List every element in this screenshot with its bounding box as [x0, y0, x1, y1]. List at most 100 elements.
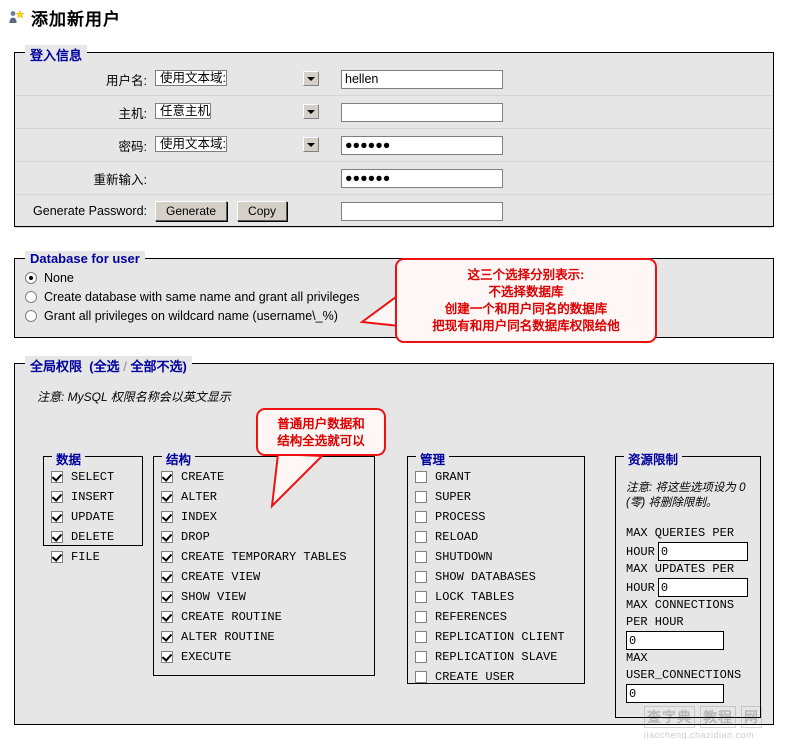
host-input[interactable]	[341, 102, 503, 122]
privilege-checkbox-update[interactable]: UPDATE	[51, 507, 114, 527]
checkbox-icon[interactable]	[161, 551, 173, 563]
privilege-checkbox-create-view[interactable]: CREATE VIEW	[161, 567, 347, 587]
privilege-checkbox-insert[interactable]: INSERT	[51, 487, 114, 507]
login-information-rows: 用户名: 使用文本域: 主机: 任意主机	[15, 63, 773, 228]
privilege-checkbox-replication-slave[interactable]: REPLICATION SLAVE	[415, 647, 565, 667]
checkbox-icon[interactable]	[415, 651, 427, 663]
privilege-checkbox-index[interactable]: INDEX	[161, 507, 347, 527]
host-mode-select[interactable]: 任意主机	[155, 102, 321, 122]
privilege-label-replication-client: REPLICATION CLIENT	[435, 630, 565, 644]
privilege-checkbox-grant[interactable]: GRANT	[415, 467, 565, 487]
privilege-checkbox-shutdown[interactable]: SHUTDOWN	[415, 547, 565, 567]
checkbox-icon[interactable]	[415, 591, 427, 603]
checkbox-icon[interactable]	[161, 631, 173, 643]
uncheck-all-link[interactable]: 全部不选)	[130, 359, 186, 374]
chevron-down-icon[interactable]	[303, 71, 319, 86]
privilege-label-references: REFERENCES	[435, 610, 508, 624]
radio-icon[interactable]	[25, 309, 37, 322]
privilege-checkbox-create-temporary-tables[interactable]: CREATE TEMPORARY TABLES	[161, 547, 347, 567]
privilege-checkbox-super[interactable]: SUPER	[415, 487, 565, 507]
checkbox-icon[interactable]	[161, 511, 173, 523]
username-mode-select-value: 使用文本域:	[155, 70, 227, 86]
checkbox-icon[interactable]	[51, 491, 63, 503]
global-privileges-legend-main: 全局权限	[30, 359, 83, 374]
max-updates-per-hour-row: HOUR	[626, 578, 756, 597]
max-updates-per-hour-label-b: HOUR	[626, 580, 655, 595]
legend-separator: /	[123, 359, 127, 374]
privilege-checkbox-create-routine[interactable]: CREATE ROUTINE	[161, 607, 347, 627]
generated-password-input[interactable]	[341, 201, 503, 221]
privilege-label-execute: EXECUTE	[181, 650, 232, 664]
checkbox-icon[interactable]	[161, 651, 173, 663]
database-for-user-legend: Database for user	[25, 251, 145, 266]
privilege-checkbox-show-view[interactable]: SHOW VIEW	[161, 587, 347, 607]
privilege-checkbox-alter-routine[interactable]: ALTER ROUTINE	[161, 627, 347, 647]
privilege-checkbox-replication-client[interactable]: REPLICATION CLIENT	[415, 627, 565, 647]
radio-icon[interactable]	[25, 290, 37, 303]
password-label: 密码:	[118, 139, 147, 154]
privilege-label-super: SUPER	[435, 490, 472, 504]
checkbox-icon[interactable]	[415, 511, 427, 523]
username-input-cell	[327, 69, 627, 89]
chevron-down-icon[interactable]	[303, 104, 319, 119]
privilege-label-lock-tables: LOCK TABLES	[435, 590, 515, 604]
checkbox-icon[interactable]	[415, 571, 427, 583]
privilege-checkbox-reload[interactable]: RELOAD	[415, 527, 565, 547]
checkbox-icon[interactable]	[161, 611, 173, 623]
checkbox-icon[interactable]	[161, 591, 173, 603]
privilege-checkbox-select[interactable]: SELECT	[51, 467, 114, 487]
generate-button[interactable]: Generate	[155, 201, 228, 221]
db-option-wildcard-label: Grant all privileges on wildcard name (u…	[44, 308, 338, 323]
password-mode-cell: 使用文本域:	[155, 135, 327, 155]
check-all-link[interactable]: (全选	[89, 359, 119, 374]
checkbox-icon[interactable]	[415, 471, 427, 483]
checkbox-icon[interactable]	[415, 551, 427, 563]
username-mode-select[interactable]: 使用文本域:	[155, 69, 321, 89]
chevron-down-icon[interactable]	[303, 137, 319, 152]
retype-password-input[interactable]	[341, 168, 503, 188]
database-callout-line-4: 把现有和用户同名数据库权限给他	[432, 319, 620, 333]
privilege-checkbox-process[interactable]: PROCESS	[415, 507, 565, 527]
db-option-create-same-name[interactable]: Create database with same name and grant…	[25, 287, 359, 306]
checkbox-icon[interactable]	[415, 671, 427, 683]
username-input[interactable]	[341, 69, 503, 89]
privilege-checkbox-show-databases[interactable]: SHOW DATABASES	[415, 567, 565, 587]
host-input-cell	[327, 102, 627, 122]
max-user-connections-input[interactable]	[626, 684, 724, 703]
checkbox-icon[interactable]	[51, 511, 63, 523]
db-option-none[interactable]: None	[25, 268, 359, 287]
resource-limits-fields: MAX QUERIES PER HOUR MAX UPDATES PER HOU…	[626, 525, 756, 703]
privilege-checkbox-file[interactable]: FILE	[51, 547, 114, 567]
max-connections-per-hour-input[interactable]	[626, 631, 724, 650]
privilege-group-structure-legend: 结构	[162, 449, 196, 468]
password-mode-select[interactable]: 使用文本域:	[155, 135, 321, 155]
generate-buttons-cell: Generate Copy	[155, 201, 327, 221]
checkbox-icon[interactable]	[51, 531, 63, 543]
page-title-text: 添加新用户	[31, 9, 121, 29]
checkbox-icon[interactable]	[161, 471, 173, 483]
checkbox-icon[interactable]	[161, 531, 173, 543]
privilege-checkbox-lock-tables[interactable]: LOCK TABLES	[415, 587, 565, 607]
login-row-generate-password: Generate Password: Generate Copy	[15, 195, 773, 228]
checkbox-icon[interactable]	[415, 491, 427, 503]
checkbox-icon[interactable]	[415, 531, 427, 543]
checkbox-icon[interactable]	[51, 551, 63, 563]
privilege-checkbox-delete[interactable]: DELETE	[51, 527, 114, 547]
privilege-checkbox-drop[interactable]: DROP	[161, 527, 347, 547]
checkbox-icon[interactable]	[415, 611, 427, 623]
copy-button[interactable]: Copy	[237, 201, 288, 221]
page-root: 添加新用户 登入信息 用户名: 使用文本域: 主机:	[0, 0, 788, 739]
checkbox-icon[interactable]	[415, 631, 427, 643]
radio-icon[interactable]	[25, 271, 37, 284]
db-option-wildcard[interactable]: Grant all privileges on wildcard name (u…	[25, 306, 359, 325]
max-updates-per-hour-input[interactable]	[657, 578, 748, 597]
checkbox-icon[interactable]	[161, 491, 173, 503]
privileges-callout-line-2: 结构全选就可以	[277, 434, 365, 448]
password-input[interactable]	[341, 135, 503, 155]
privilege-checkbox-references[interactable]: REFERENCES	[415, 607, 565, 627]
max-queries-per-hour-input[interactable]	[657, 542, 748, 561]
privilege-checkbox-create-user[interactable]: CREATE USER	[415, 667, 565, 687]
privilege-checkbox-execute[interactable]: EXECUTE	[161, 647, 347, 667]
checkbox-icon[interactable]	[161, 571, 173, 583]
checkbox-icon[interactable]	[51, 471, 63, 483]
